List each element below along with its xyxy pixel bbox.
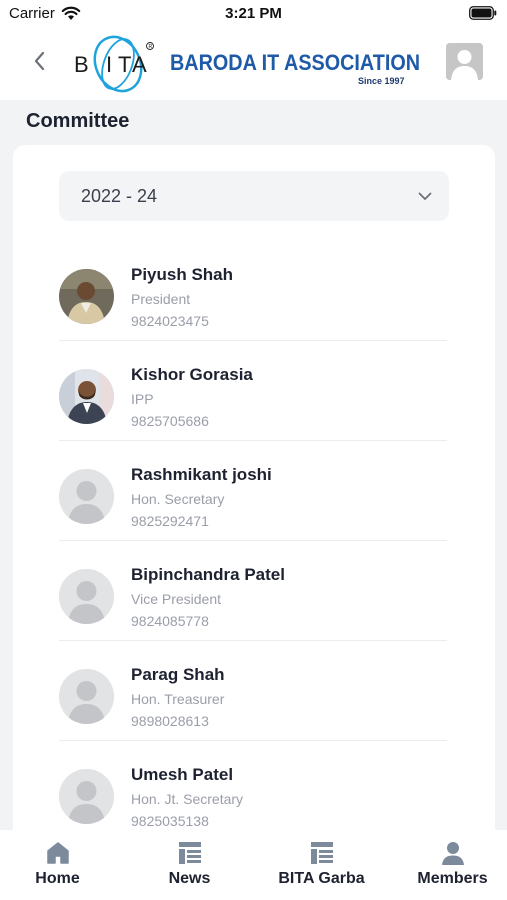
svg-text:B: B	[74, 52, 89, 77]
member-phone[interactable]: 9898028613	[131, 713, 209, 729]
user-avatar-icon	[446, 43, 483, 80]
tab-bar: Home News BITA Garba Members	[0, 830, 507, 900]
svg-text:R: R	[149, 44, 153, 50]
member-name: Bipinchandra Patel	[131, 565, 285, 584]
member-row[interactable]: Bipinchandra Patel Vice President 982408…	[59, 541, 447, 641]
member-photo	[59, 269, 114, 324]
member-phone[interactable]: 9824023475	[131, 313, 209, 329]
news-icon	[178, 842, 201, 864]
member-photo-placeholder	[59, 469, 114, 524]
tab-members[interactable]: Members	[389, 830, 507, 900]
member-phone[interactable]: 9825705686	[131, 413, 209, 429]
member-name: Parag Shah	[131, 665, 225, 684]
person-placeholder-icon	[59, 769, 114, 824]
battery-icon	[469, 6, 497, 20]
member-photo-placeholder	[59, 669, 114, 724]
member-name: Piyush Shah	[131, 265, 234, 284]
chevron-left-icon[interactable]	[28, 48, 52, 74]
year-select[interactable]: 2022 - 24	[59, 171, 449, 221]
org-since: Since 1997	[358, 76, 405, 86]
member-row[interactable]: Piyush Shah President 9824023475	[59, 241, 447, 341]
tab-news[interactable]: News	[126, 830, 253, 900]
news-icon	[310, 842, 333, 864]
member-phone[interactable]: 9825035138	[131, 813, 209, 829]
home-icon	[46, 842, 69, 864]
person-placeholder-icon	[59, 469, 114, 524]
member-role: Vice President	[131, 591, 222, 607]
svg-text:I: I	[106, 52, 112, 77]
member-list: Piyush Shah President 9824023475 Kishor …	[59, 241, 449, 841]
member-photo	[59, 369, 114, 424]
profile-avatar-button[interactable]	[446, 43, 483, 80]
svg-text:A: A	[132, 52, 147, 77]
tab-news-label: News	[168, 870, 211, 887]
tab-bita-garba[interactable]: BITA Garba	[258, 830, 385, 900]
member-row[interactable]: Rashmikant joshi Hon. Secretary 98252924…	[59, 441, 447, 541]
member-name: Kishor Gorasia	[131, 365, 253, 384]
member-role: Hon. Secretary	[131, 491, 225, 507]
page-title: Committee	[26, 110, 130, 132]
tab-home[interactable]: Home	[0, 830, 121, 900]
member-name: Umesh Patel	[131, 765, 234, 784]
person-placeholder-icon	[59, 569, 114, 624]
member-photo-placeholder	[59, 769, 114, 824]
member-phone[interactable]: 9825292471	[131, 513, 209, 529]
member-role: IPP	[131, 391, 154, 407]
app-header: B I T A R BARODA IT ASSOCIATION Since 19…	[0, 28, 507, 100]
bita-logo-mark: B I T A R	[74, 35, 154, 93]
tab-home-label: Home	[35, 870, 80, 887]
status-bar: Carrier 3:21 PM	[0, 0, 507, 28]
person-icon	[441, 842, 464, 865]
person-placeholder-icon	[59, 669, 114, 724]
member-role: President	[131, 291, 191, 307]
tab-bita-garba-label: BITA Garba	[278, 870, 365, 887]
status-time: 3:21 PM	[225, 5, 282, 22]
chevron-down-icon	[418, 192, 432, 200]
member-row[interactable]: Umesh Patel Hon. Jt. Secretary 982503513…	[59, 741, 447, 841]
year-select-value: 2022 - 24	[81, 186, 158, 206]
member-name: Rashmikant joshi	[131, 465, 272, 484]
svg-text:T: T	[118, 52, 131, 77]
tab-members-label: Members	[417, 870, 488, 887]
org-name: BARODA IT ASSOCIATION	[170, 50, 421, 75]
member-role: Hon. Treasurer	[131, 691, 225, 707]
member-phone[interactable]: 9824085778	[131, 613, 209, 629]
member-photo-placeholder	[59, 569, 114, 624]
bita-logo: B I T A R BARODA IT ASSOCIATION Since 19…	[68, 30, 420, 98]
committee-card: 2022 - 24 Piyush Shah President 98240234…	[13, 145, 495, 845]
member-row[interactable]: Kishor Gorasia IPP 9825705686	[59, 341, 447, 441]
member-row[interactable]: Parag Shah Hon. Treasurer 9898028613	[59, 641, 447, 741]
member-role: Hon. Jt. Secretary	[131, 791, 244, 807]
